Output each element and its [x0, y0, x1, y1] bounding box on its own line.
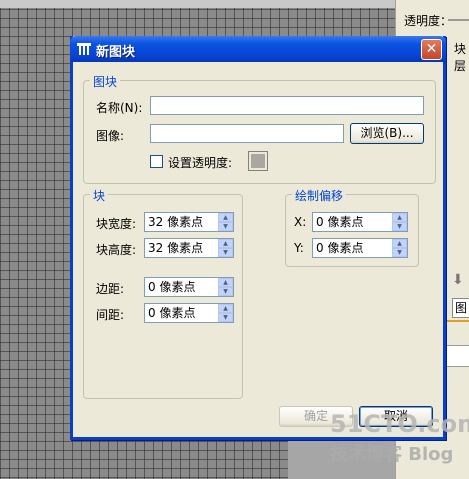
dialog-titlebar[interactable]: 新图块 ✕	[70, 36, 446, 62]
block-group-title: 块	[90, 187, 109, 204]
browse-button[interactable]: 浏览(B)...	[350, 123, 424, 144]
close-button[interactable]: ✕	[421, 39, 442, 60]
transparency-color-swatch[interactable]	[248, 151, 268, 171]
canvas-top-strip	[0, 0, 395, 8]
spin-up-icon[interactable]: ▲	[218, 304, 233, 313]
offset-x-label: X:	[294, 215, 307, 229]
spin-down-icon[interactable]: ▼	[218, 313, 233, 322]
close-icon: ✕	[425, 41, 438, 57]
watermark-logo: 51CTO.com	[330, 410, 469, 438]
margin-spinbox[interactable]: 0 像素点 ▲ ▼	[144, 277, 234, 297]
tile-group-title: 图块	[90, 73, 121, 90]
block-group: 块 块宽度: 32 像素点 ▲ ▼ 块高度: 32 像素点 ▲ ▼ 边距: 0 像素…	[83, 187, 243, 399]
offset-x-value: 0 像素点	[316, 215, 364, 229]
draw-offset-title: 绘制偏移	[292, 187, 347, 204]
tile-width-label: 块宽度:	[96, 217, 137, 231]
layer-label: 块层	[454, 42, 467, 73]
tile-width-spinbox[interactable]: 32 像素点 ▲ ▼	[144, 212, 234, 232]
opacity-slider[interactable]	[448, 19, 469, 21]
spin-down-icon[interactable]: ▼	[218, 248, 233, 257]
tile-group: 图块 名称(N): 图像: 浏览(B)... 设置透明度:	[83, 73, 436, 184]
offset-y-spinbox[interactable]: 0 像素点 ▲ ▼	[312, 238, 408, 258]
offset-y-value: 0 像素点	[316, 241, 364, 255]
transparency-label: 设置透明度:	[168, 156, 233, 170]
tile-width-value: 32 像素点	[148, 215, 204, 229]
image-label: 图像:	[96, 129, 125, 143]
spin-up-icon[interactable]: ▲	[218, 213, 233, 222]
offset-x-spinbox[interactable]: 0 像素点 ▲ ▼	[312, 212, 408, 232]
tileset-icon	[76, 41, 92, 57]
tile-height-spinbox[interactable]: 32 像素点 ▲ ▼	[144, 238, 234, 258]
spin-up-icon[interactable]: ▲	[392, 213, 407, 222]
tile-height-value: 32 像素点	[148, 241, 204, 255]
tab-underline	[446, 320, 469, 322]
draw-offset-group: 绘制偏移 X: 0 像素点 ▲ ▼ Y: 0 像素点 ▲ ▼	[285, 187, 419, 267]
move-down-icon[interactable]: ⬇	[452, 272, 468, 288]
spin-up-icon[interactable]: ▲	[392, 239, 407, 248]
spin-up-icon[interactable]: ▲	[218, 278, 233, 287]
opacity-label: 透明度：	[404, 14, 453, 28]
name-input[interactable]	[150, 96, 424, 115]
image-path-input[interactable]	[150, 124, 344, 143]
new-tileset-dialog: 新图块 ✕ 图块 名称(N): 图像: 浏览(B)... 设置透明度: 块 块宽…	[70, 36, 446, 440]
spin-down-icon[interactable]: ▼	[392, 222, 407, 231]
offset-y-label: Y:	[294, 241, 304, 255]
transparency-checkbox[interactable]	[150, 155, 163, 168]
panel-field[interactable]	[446, 345, 469, 367]
name-label: 名称(N):	[96, 101, 143, 115]
tileset-tab[interactable]: 图	[452, 298, 469, 318]
spin-down-icon[interactable]: ▼	[392, 248, 407, 257]
spin-down-icon[interactable]: ▼	[218, 222, 233, 231]
spacing-value: 0 像素点	[148, 306, 196, 320]
watermark-blog: 技术博客 Blog	[330, 444, 454, 465]
margin-label: 边距:	[96, 282, 125, 296]
margin-value: 0 像素点	[148, 280, 196, 294]
spacing-label: 间距:	[96, 308, 125, 322]
dialog-title: 新图块	[96, 45, 136, 60]
spin-down-icon[interactable]: ▼	[218, 287, 233, 296]
tile-height-label: 块高度:	[96, 243, 137, 257]
spacing-spinbox[interactable]: 0 像素点 ▲ ▼	[144, 303, 234, 323]
spin-up-icon[interactable]: ▲	[218, 239, 233, 248]
